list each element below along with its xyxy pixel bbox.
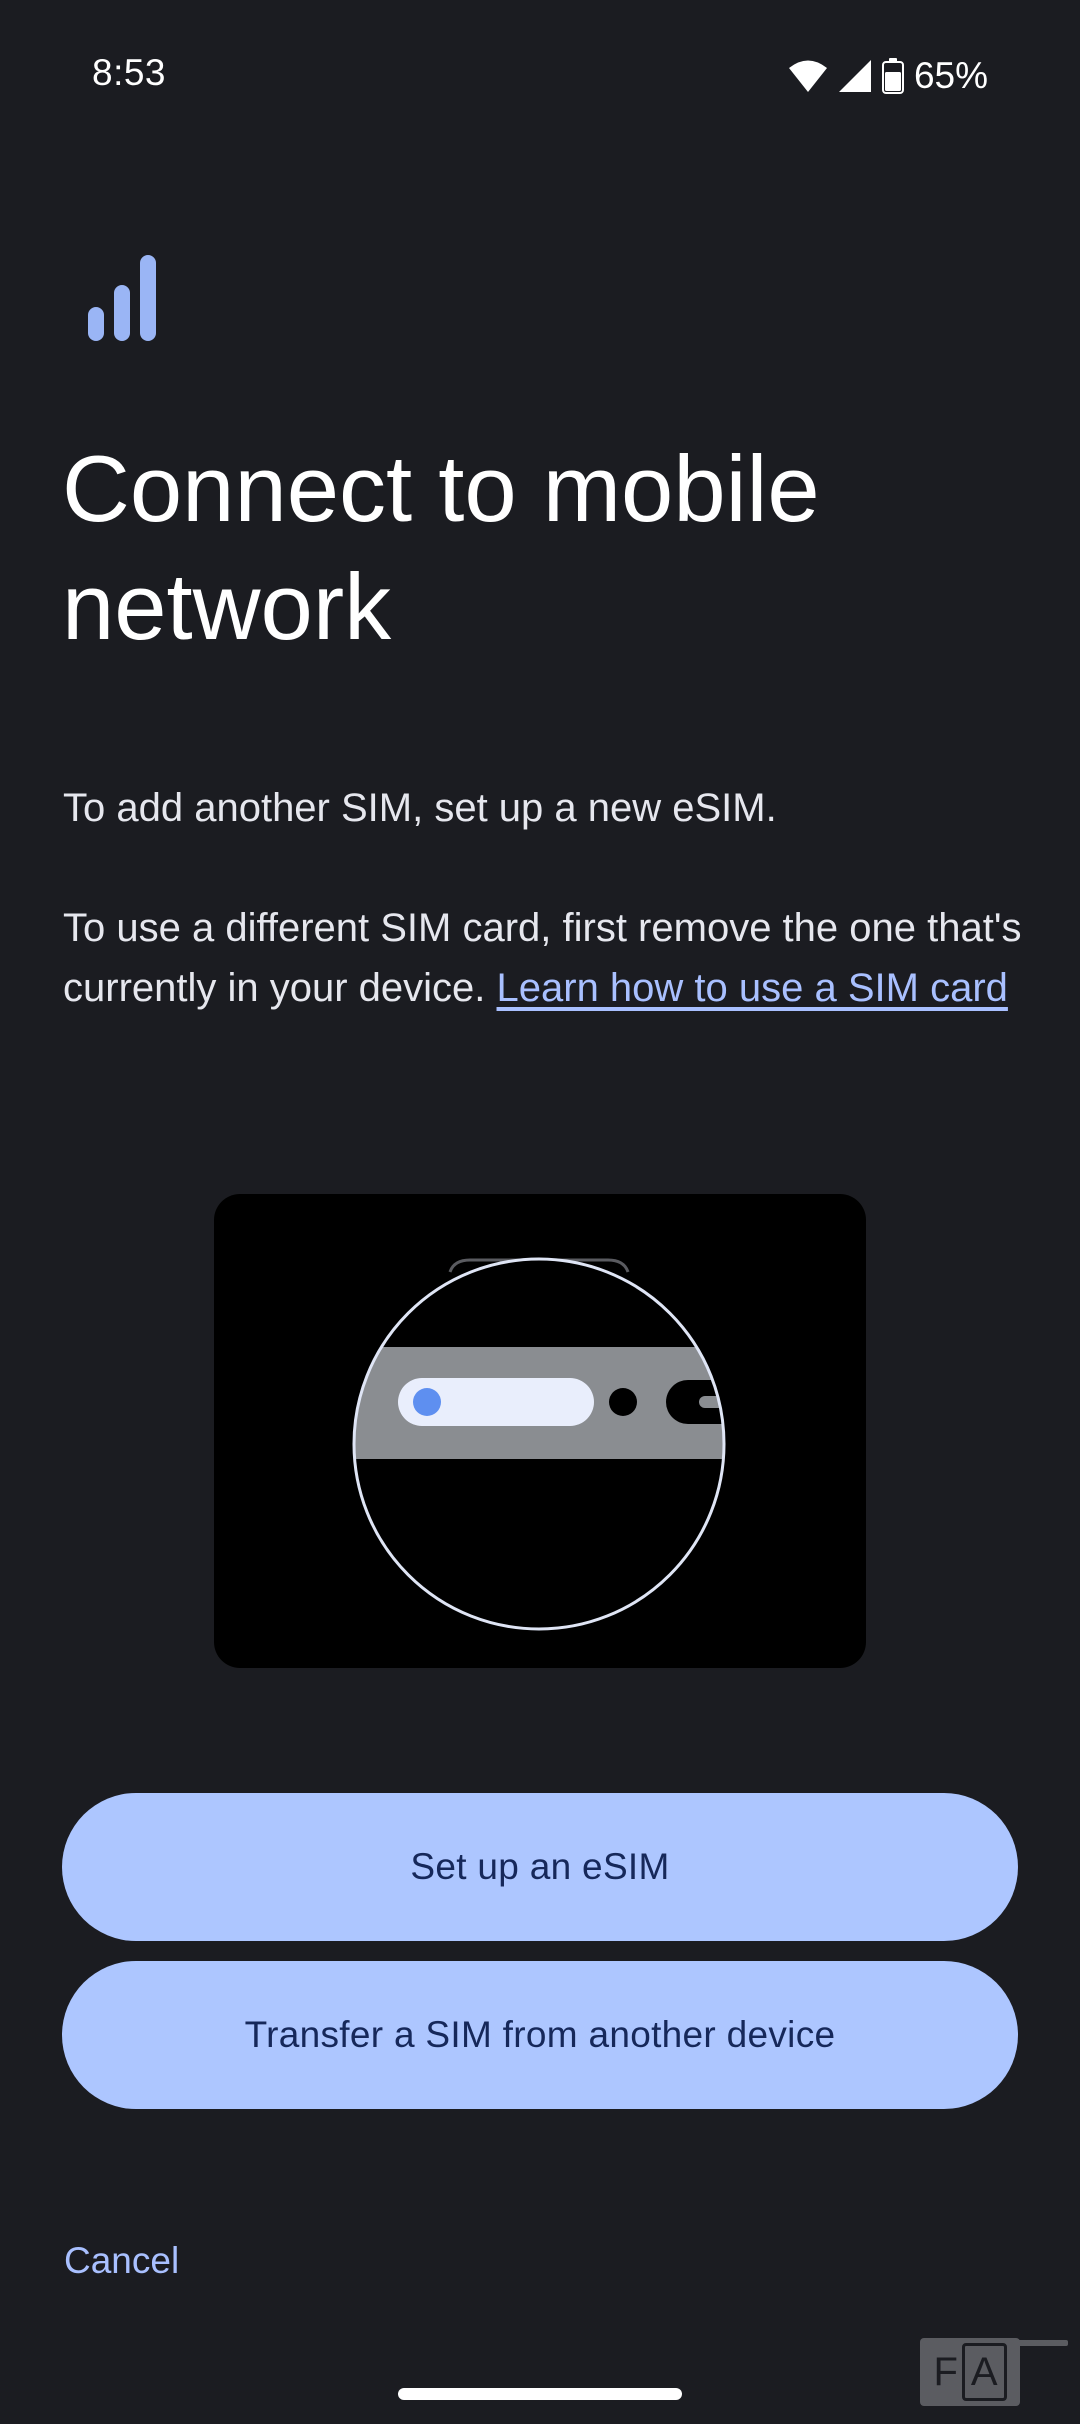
- cell-signal-icon: [838, 59, 872, 93]
- status-bar: 8:53 65%: [0, 0, 1080, 150]
- esim-description: To add another SIM, set up a new eSIM.: [63, 786, 777, 830]
- sim-card-description: To use a different SIM card, first remov…: [63, 898, 1023, 1018]
- wifi-icon: [788, 59, 828, 93]
- badge-letter-f: F: [933, 2349, 958, 2394]
- badge-letter-a: A: [961, 2343, 1007, 2401]
- sim-tray-illustration: [214, 1194, 866, 1668]
- cancel-button[interactable]: Cancel: [64, 2240, 179, 2282]
- transfer-sim-button[interactable]: Transfer a SIM from another device: [62, 1961, 1018, 2109]
- status-icons: 65%: [788, 52, 988, 100]
- battery-percent: 65%: [913, 55, 988, 96]
- gesture-handle[interactable]: [398, 2388, 682, 2400]
- battery-icon: [881, 58, 904, 94]
- page-title: Connect to mobile network: [62, 436, 820, 659]
- learn-sim-card-link[interactable]: Learn how to use a SIM card: [497, 966, 1008, 1010]
- setup-esim-button[interactable]: Set up an eSIM: [62, 1793, 1018, 1941]
- setup-screen: 8:53 65% Connect to mobile network To ad…: [0, 0, 1080, 2424]
- status-time: 8:53: [92, 52, 167, 93]
- keyboard-overlay-badge: F A: [920, 2338, 1020, 2406]
- signal-bars-icon: [88, 255, 170, 341]
